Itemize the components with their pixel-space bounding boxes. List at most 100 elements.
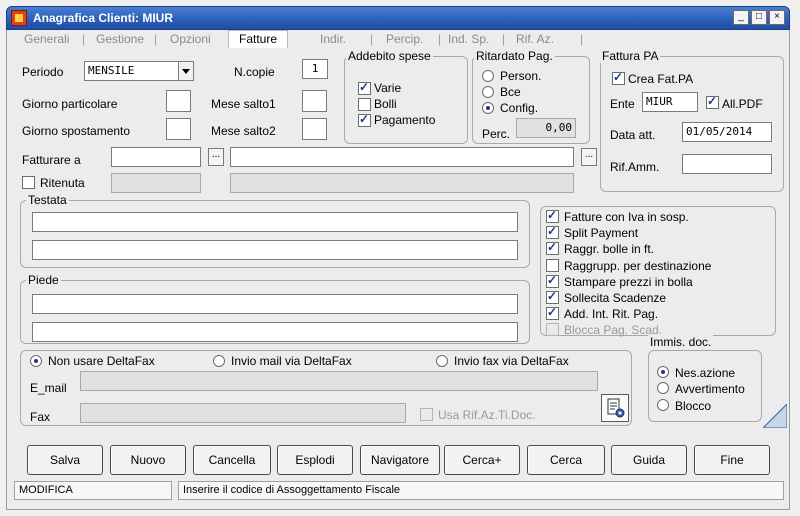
fine-button[interactable]: Fine <box>694 445 770 475</box>
bolli-label: Bolli <box>374 97 397 111</box>
resize-grip-icon[interactable] <box>761 402 788 429</box>
cancella-button[interactable]: Cancella <box>193 445 271 475</box>
fatture-iva-sosp-checkbox[interactable] <box>546 208 559 223</box>
fatturare-a-code-input[interactable] <box>111 147 201 167</box>
person-label: Person. <box>500 69 542 83</box>
chevron-down-icon[interactable] <box>178 62 193 80</box>
non-usare-deltafax-label: Non usare DeltaFax <box>48 354 155 368</box>
ente-input[interactable]: MIUR <box>642 92 698 112</box>
close-button[interactable]: × <box>769 10 785 25</box>
immis-title: Immis. doc. <box>648 335 714 349</box>
blocca-pag-checkbox[interactable] <box>546 323 559 336</box>
maximize-button[interactable]: □ <box>751 10 767 25</box>
tab-ind-sp[interactable]: Ind. Sp. <box>448 32 489 46</box>
config-label: Config. <box>500 101 539 115</box>
tab-bar: Generali | Gestione | Opzioni Fatture In… <box>14 30 714 48</box>
bce-radio[interactable] <box>482 86 494 98</box>
bce-label: Bce <box>500 85 521 99</box>
fatturare-a-name-lookup-button[interactable]: ... <box>581 148 597 166</box>
tab-separator: | <box>154 32 158 46</box>
ritenuta-code-input[interactable] <box>111 173 201 193</box>
title-bar[interactable]: Anagrafica Clienti: MIUR _ □ × <box>6 6 790 30</box>
raggr-bolle-checkbox[interactable] <box>546 240 559 255</box>
periodo-select[interactable]: MENSILE <box>84 61 194 81</box>
tab-gestione[interactable]: Gestione <box>96 32 144 46</box>
esplodi-button[interactable]: Esplodi <box>277 445 353 475</box>
blocco-radio[interactable] <box>657 399 669 411</box>
varie-checkbox[interactable] <box>358 80 371 95</box>
perc-input[interactable]: 0,00 <box>516 118 576 138</box>
ncopie-input[interactable]: 1 <box>302 59 328 79</box>
tab-opzioni[interactable]: Opzioni <box>170 32 211 46</box>
app-icon <box>11 10 27 26</box>
split-payment-checkbox[interactable] <box>546 224 559 239</box>
fatturare-a-lookup-button[interactable]: ... <box>208 148 224 166</box>
data-att-input[interactable]: 01/05/2014 <box>682 122 772 142</box>
add-int-rit-checkbox[interactable] <box>546 305 559 320</box>
guida-button[interactable]: Guida <box>611 445 687 475</box>
config-radio[interactable] <box>482 102 494 114</box>
tab-percip[interactable]: Percip. <box>386 32 423 46</box>
mese-salto2-input[interactable] <box>302 118 327 140</box>
ncopie-label: N.copie <box>234 65 275 79</box>
all-pdf-label: All.PDF <box>722 97 763 111</box>
document-settings-button[interactable] <box>601 394 629 422</box>
ritenuta-label: Ritenuta <box>40 176 85 190</box>
add-int-rit-label: Add. Int. Rit. Pag. <box>564 307 659 321</box>
ritenuta-desc-input[interactable] <box>230 173 574 193</box>
status-hint: Inserire il codice di Assoggettamento Fi… <box>178 481 784 500</box>
bolli-checkbox[interactable] <box>358 98 371 111</box>
minimize-button[interactable]: _ <box>733 10 749 25</box>
piede-line2-input[interactable] <box>32 322 518 342</box>
all-pdf-checkbox[interactable] <box>706 94 719 109</box>
invio-fax-radio[interactable] <box>436 355 448 367</box>
email-input[interactable] <box>80 371 598 391</box>
rif-amm-label: Rif.Amm. <box>610 160 660 174</box>
piede-line1-input[interactable] <box>32 294 518 314</box>
tab-indir[interactable]: Indir. <box>320 32 346 46</box>
email-label: E_mail <box>30 381 67 395</box>
pagamento-checkbox[interactable] <box>358 112 371 127</box>
nessuna-azione-radio[interactable] <box>657 366 669 378</box>
sollecita-scadenze-checkbox[interactable] <box>546 289 559 304</box>
fax-input[interactable] <box>80 403 406 423</box>
document-gear-icon <box>607 398 625 418</box>
stampare-prezzi-checkbox[interactable] <box>546 273 559 288</box>
person-radio[interactable] <box>482 70 494 82</box>
split-payment-label: Split Payment <box>564 226 639 240</box>
usa-rif-checkbox[interactable] <box>420 408 433 421</box>
raggrupp-destinazione-label: Raggrupp. per destinazione <box>564 259 712 273</box>
mese-salto2-label: Mese salto2 <box>211 124 276 138</box>
perc-label: Perc. <box>482 127 511 141</box>
raggrupp-destinazione-checkbox[interactable] <box>546 259 559 272</box>
ritenuta-checkbox[interactable] <box>22 176 35 189</box>
giorno-spostamento-input[interactable] <box>166 118 191 140</box>
usa-rif-label: Usa Rif.Az.Ti.Doc. <box>438 408 536 422</box>
cerca-plus-button[interactable]: Cerca+ <box>444 445 520 475</box>
pagamento-label: Pagamento <box>374 113 436 127</box>
window-title: Anagrafica Clienti: MIUR <box>33 11 174 25</box>
tab-fatture[interactable]: Fatture <box>228 30 289 48</box>
testata-line1-input[interactable] <box>32 212 518 232</box>
avvertimento-radio[interactable] <box>657 382 669 394</box>
fatturare-a-name-input[interactable] <box>230 147 574 167</box>
crea-fatpa-checkbox[interactable] <box>612 70 625 85</box>
testata-line2-input[interactable] <box>32 240 518 260</box>
non-usare-deltafax-radio[interactable] <box>30 355 42 367</box>
nuovo-button[interactable]: Nuovo <box>110 445 186 475</box>
fax-label: Fax <box>30 410 51 424</box>
fatturare-a-label: Fatturare a <box>22 153 81 167</box>
rif-amm-input[interactable] <box>682 154 772 174</box>
giorno-particolare-input[interactable] <box>166 90 191 112</box>
tab-separator: | <box>82 32 86 46</box>
tab-generali[interactable]: Generali <box>24 32 69 46</box>
tab-separator: | <box>370 32 374 46</box>
resize-triangle-icon <box>761 402 788 429</box>
blocco-label: Blocco <box>675 399 712 413</box>
tab-rif-az[interactable]: Rif. Az. <box>516 32 554 46</box>
mese-salto1-input[interactable] <box>302 90 327 112</box>
cerca-button[interactable]: Cerca <box>527 445 605 475</box>
navigatore-button[interactable]: Navigatore <box>360 445 440 475</box>
invio-mail-radio[interactable] <box>213 355 225 367</box>
salva-button[interactable]: Salva <box>27 445 103 475</box>
